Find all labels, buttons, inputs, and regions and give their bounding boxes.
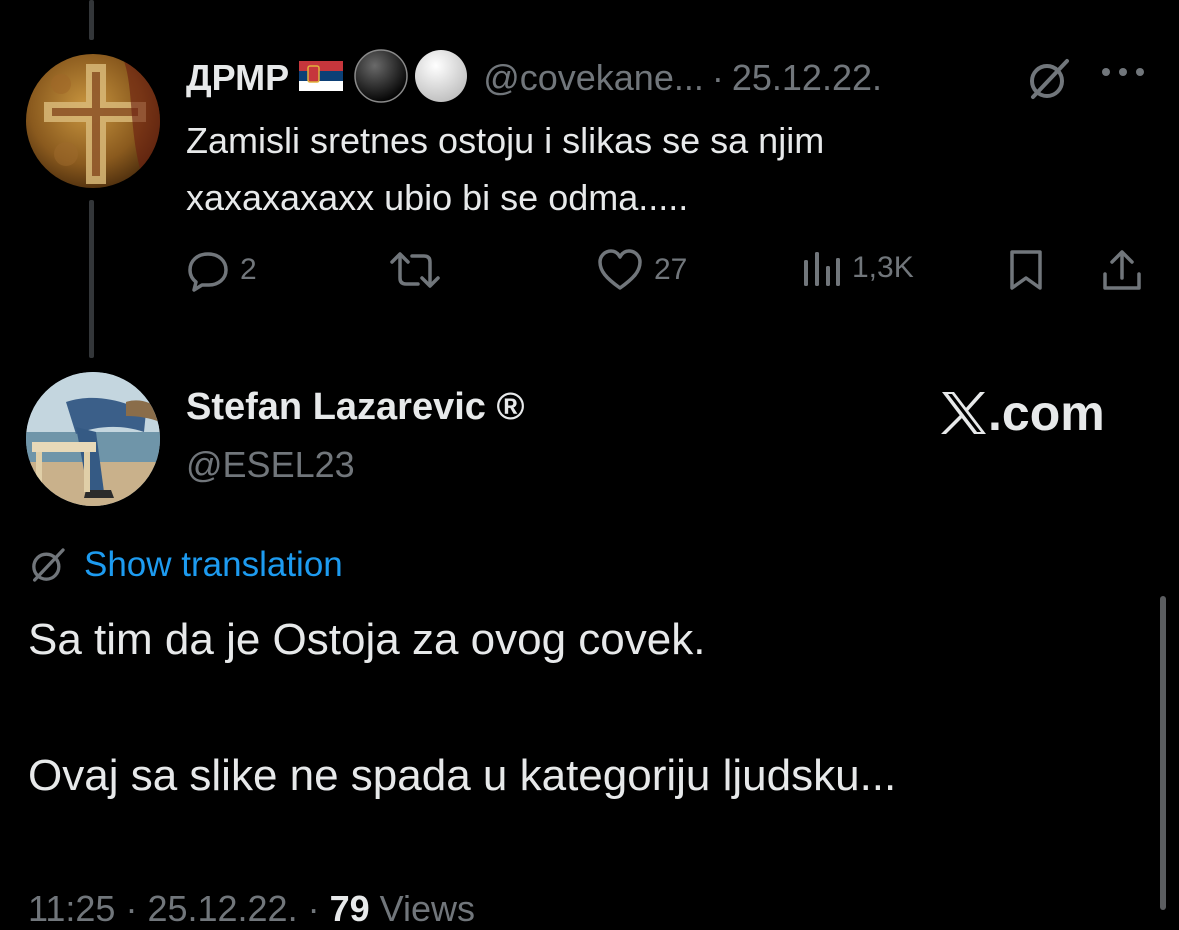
share-icon: [1103, 250, 1141, 290]
tweet-date[interactable]: 25.12.22.: [147, 888, 297, 929]
reply-text-line: xaxaxaxaxx ubio bi se odma.....: [186, 177, 689, 218]
watermark-text: .com: [988, 385, 1105, 441]
avatar[interactable]: [26, 54, 160, 188]
grok-icon: [32, 548, 65, 582]
serbia-flag-icon: [299, 60, 344, 96]
reply-text: Zamisli sretnes ostoju i slikas se sa nj…: [186, 112, 1086, 226]
reply-button[interactable]: 2: [186, 248, 257, 292]
main-tweet-text: Sa tim da je Ostoja za ovog covek. Ovaj …: [28, 610, 1128, 806]
black-circle-icon: [353, 48, 409, 109]
share-button[interactable]: [1100, 248, 1144, 292]
reply-handle[interactable]: @covekane...: [483, 57, 704, 99]
retweet-button[interactable]: [386, 248, 444, 292]
action-bar: 2 27 1,3K: [0, 248, 1179, 296]
reply-text-line: Zamisli sretnes ostoju i slikas se sa nj…: [186, 120, 825, 161]
avatar[interactable]: [26, 372, 160, 506]
tweet-views-count: 79: [329, 888, 370, 929]
more-options-icon[interactable]: [1100, 62, 1146, 87]
views-icon: [804, 252, 840, 286]
tweet-time[interactable]: 11:25: [28, 888, 115, 929]
x-logo-icon: [941, 392, 986, 434]
thread-line-top: [89, 0, 94, 40]
scrollbar[interactable]: [1160, 596, 1166, 910]
views-button[interactable]: 1,3K: [802, 248, 914, 288]
reply-count: 2: [240, 253, 257, 286]
reply-date[interactable]: 25.12.22.: [732, 57, 882, 99]
heart-icon: [598, 249, 642, 290]
grok-icon[interactable]: [1025, 55, 1073, 108]
bookmark-icon: [1010, 250, 1042, 290]
reply-icon: [188, 252, 228, 292]
show-translation-label[interactable]: Show translation: [84, 545, 343, 585]
tweet-views-label: Views: [379, 888, 476, 929]
reply-header: ДРМР @covekane... · 25.12.22.: [186, 48, 882, 104]
like-button[interactable]: 27: [596, 248, 687, 292]
tweet-meta: 11:25 · 25.12.22. · 79 Views: [28, 888, 476, 929]
bookmark-button[interactable]: [1006, 248, 1046, 292]
reply-display-name[interactable]: ДРМР: [186, 57, 289, 99]
white-circle-icon: [413, 48, 469, 109]
show-translation-link[interactable]: Show translation: [28, 545, 343, 585]
views-count: 1,3K: [852, 251, 914, 284]
main-text-paragraph: Sa tim da je Ostoja za ovog covek.: [28, 615, 706, 664]
main-display-name[interactable]: Stefan Lazarevic ®: [186, 386, 524, 429]
x-com-watermark: .com: [940, 384, 1105, 442]
like-count: 27: [654, 253, 688, 286]
retweet-icon: [390, 252, 440, 288]
separator-dot: ·: [711, 57, 724, 98]
main-handle[interactable]: @ESEL23: [186, 444, 355, 486]
main-text-paragraph: Ovaj sa slike ne spada u kategoriju ljud…: [28, 751, 897, 800]
